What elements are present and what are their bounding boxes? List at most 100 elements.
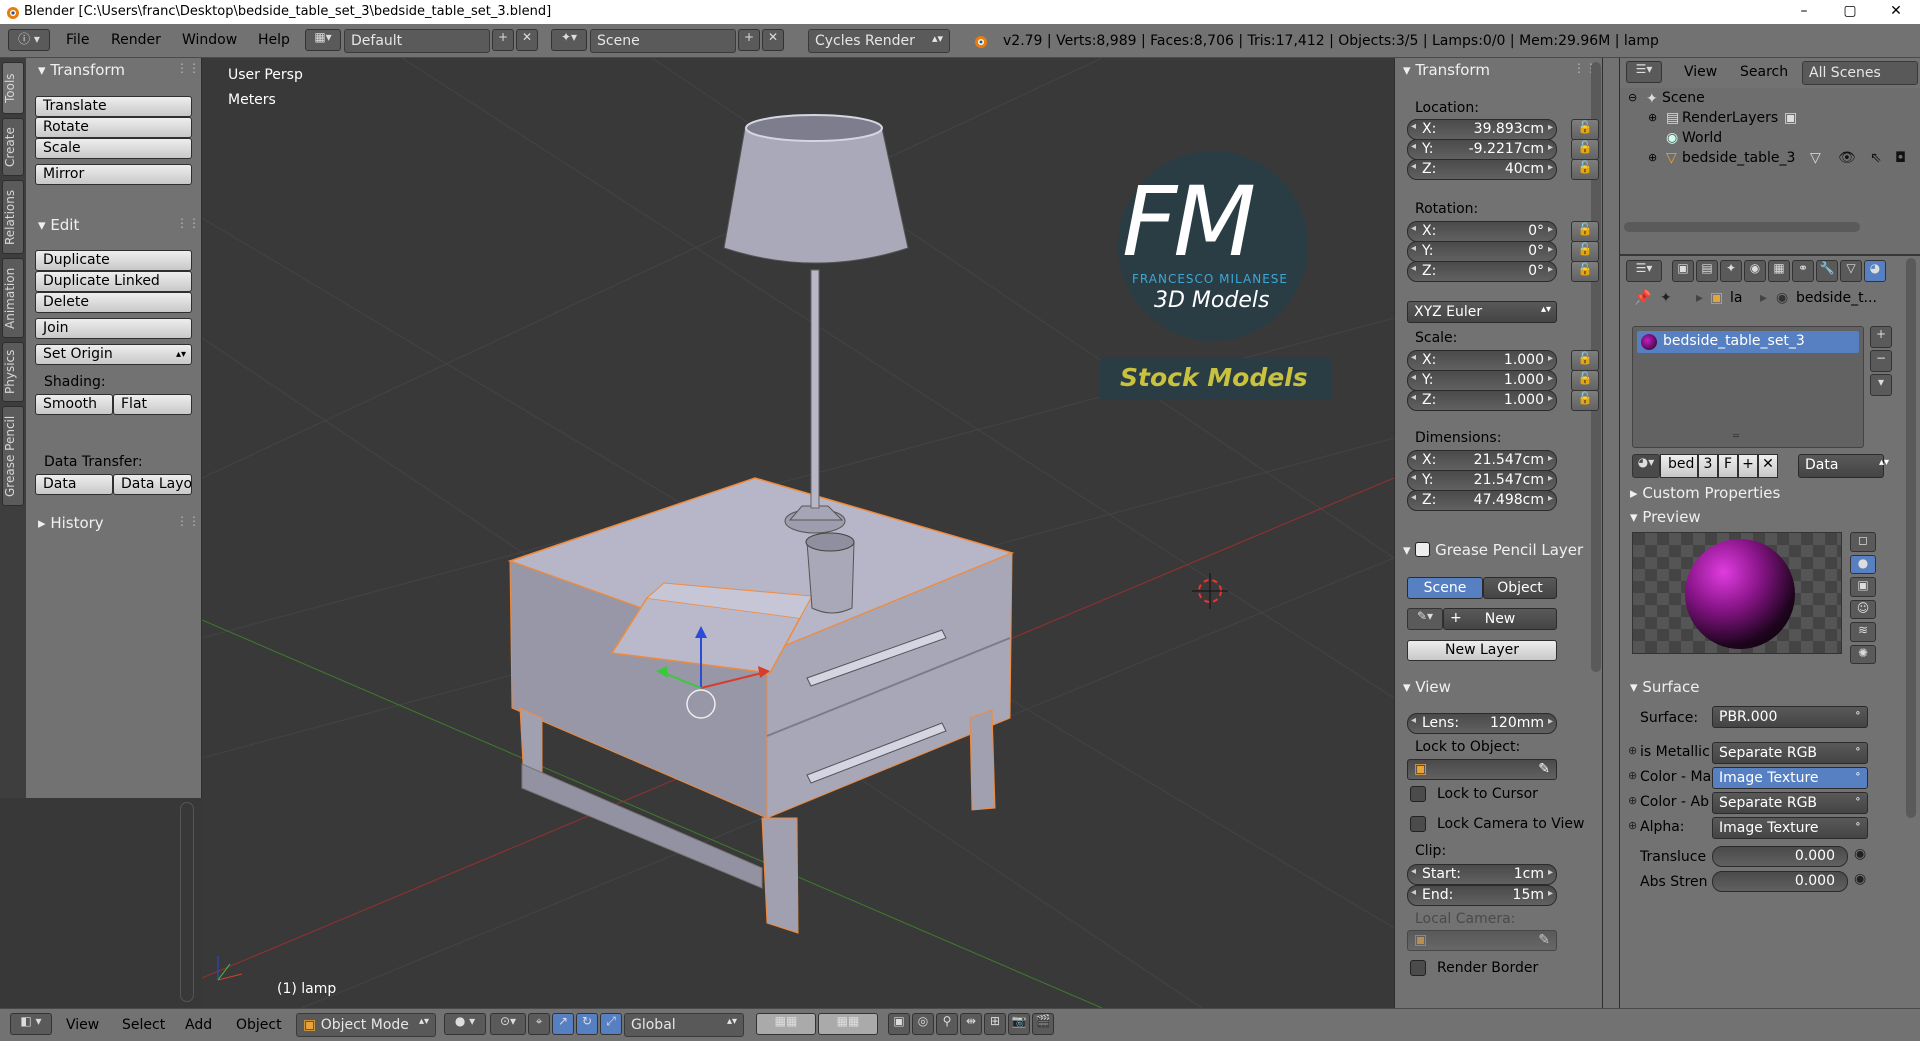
slot-menu-icon[interactable]: ▾ xyxy=(1870,374,1892,396)
cup-object[interactable] xyxy=(806,541,855,614)
edit-panel-header[interactable]: ▾ Edit xyxy=(38,216,79,234)
fake-user-button[interactable]: F xyxy=(1718,454,1738,478)
lock-icon[interactable]: 🔓 xyxy=(1571,241,1599,262)
render-camera-icon[interactable]: ◘ xyxy=(1895,150,1906,166)
eyedropper-icon[interactable]: ✎ xyxy=(1538,761,1550,777)
preview-flat-icon[interactable]: ◻ xyxy=(1850,532,1876,552)
surface-header[interactable]: ▾ Surface xyxy=(1630,678,1699,696)
remove-layout-icon[interactable]: ✕ xyxy=(516,29,538,51)
lock-icon[interactable]: 🔓 xyxy=(1571,261,1599,282)
lock-icon[interactable]: 🔓 xyxy=(1571,221,1599,242)
properties-scrollbar[interactable] xyxy=(1906,258,1916,818)
preview-sphere-icon[interactable]: ● xyxy=(1850,554,1876,574)
outliner-menu-view[interactable]: View xyxy=(1684,64,1717,80)
breadcrumb-object[interactable]: la xyxy=(1730,290,1742,306)
view-panel-header[interactable]: ▾ View xyxy=(1403,678,1451,696)
eyedropper-icon[interactable]: ✎ xyxy=(1538,932,1550,948)
lock-icon[interactable]: 🔓 xyxy=(1571,370,1599,391)
scene-field[interactable]: Scene xyxy=(590,29,736,53)
expand-icon[interactable]: ⊕ xyxy=(1628,744,1637,757)
lock-icon[interactable]: 🔓 xyxy=(1571,119,1599,140)
render-animation-icon[interactable]: 🎬 xyxy=(1032,1013,1054,1035)
tab-physics[interactable]: Physics xyxy=(2,342,24,402)
scale-field-x[interactable]: ◂ X: 1.000 ▸ xyxy=(1407,350,1557,371)
gp-pencil-icon[interactable]: ✎▾ xyxy=(1407,608,1443,630)
constraints-tab-icon[interactable]: ⚭ xyxy=(1792,260,1814,282)
expand-icon[interactable]: ⊕ xyxy=(1628,794,1637,807)
surface-input-dropdown[interactable]: Separate RGB ∘ xyxy=(1712,742,1868,764)
tab-animation[interactable]: Animation xyxy=(2,258,24,338)
set-origin-dropdown[interactable]: Set Origin ▴▾ xyxy=(35,344,192,365)
visibility-eye-icon[interactable]: 👁 xyxy=(1838,150,1856,166)
material-name-field[interactable]: bed xyxy=(1660,454,1698,478)
lock-icon[interactable]: 🔓 xyxy=(1571,139,1599,160)
render-border-checkbox[interactable] xyxy=(1410,960,1426,976)
expand-icon[interactable]: ⊕ xyxy=(1628,819,1637,832)
data-tab-icon[interactable]: ▽ xyxy=(1840,260,1862,282)
tab-tools[interactable]: Tools xyxy=(2,62,24,114)
transform-panel-header[interactable]: ▾ Transform xyxy=(38,61,125,79)
minimize-button[interactable]: – xyxy=(1781,0,1827,24)
outliner-hscrollbar[interactable] xyxy=(1624,222,1860,232)
grease-pencil-checkbox[interactable] xyxy=(1415,542,1431,557)
expand-icon[interactable]: ⊖ xyxy=(1628,91,1637,104)
local-camera-field[interactable]: ▣ ✎ xyxy=(1407,930,1557,951)
snap-element-icon[interactable]: ⇹ xyxy=(960,1013,982,1035)
mode-dropdown[interactable]: ▣ Object Mode ▴▾ xyxy=(296,1013,436,1037)
lock-camera-checkbox[interactable] xyxy=(1410,816,1426,832)
data-transfer-button[interactable]: Data xyxy=(35,474,113,495)
material-slot-selected[interactable]: bedside_table_set_3 xyxy=(1637,331,1859,353)
gp-new-button[interactable]: + New xyxy=(1443,608,1557,630)
translate-manipulator-icon[interactable]: ↗ xyxy=(552,1013,574,1035)
mirror-button[interactable]: Mirror xyxy=(35,164,192,185)
scale-button[interactable]: Scale xyxy=(35,138,192,159)
grease-pencil-header[interactable]: ▾ Grease Pencil Layer xyxy=(1403,541,1583,559)
pivot-point-icon[interactable]: ⊙▾ xyxy=(490,1013,526,1035)
maximize-button[interactable]: ▢ xyxy=(1827,0,1873,24)
remove-slot-icon[interactable]: − xyxy=(1870,350,1892,372)
lock-icon[interactable]: 🔓 xyxy=(1571,350,1599,371)
viewport-shading-icon[interactable]: ● ▾ xyxy=(444,1013,486,1035)
data-layout-button[interactable]: Data Layo xyxy=(113,474,192,495)
snap-target-icon[interactable]: ⊞ xyxy=(984,1013,1006,1035)
render-tab-icon[interactable]: ▣ xyxy=(1672,260,1694,282)
screen-layout-field[interactable]: Default xyxy=(344,29,490,53)
rotation-field-x[interactable]: ◂ X: 0° ▸ xyxy=(1407,221,1557,242)
expand-icon[interactable]: ⊕ xyxy=(1628,769,1637,782)
lamp-stem[interactable] xyxy=(810,269,820,509)
socket-dot-icon[interactable]: ◉ xyxy=(1854,846,1866,862)
tab-grease-pencil[interactable]: Grease Pencil xyxy=(2,406,24,506)
manipulator-toggle-icon[interactable]: ⌖ xyxy=(528,1013,550,1035)
render-opengl-icon[interactable]: 📷 xyxy=(1008,1013,1030,1035)
expand-icon[interactable]: ⊕ xyxy=(1648,151,1657,164)
surface-input-dropdown[interactable]: Separate RGB ∘ xyxy=(1712,792,1868,814)
surface-input-dropdown[interactable]: Image Texture ∘ xyxy=(1712,817,1868,839)
expand-icon[interactable]: ⊕ xyxy=(1648,111,1657,124)
preview-monkey-icon[interactable]: ☺ xyxy=(1850,599,1876,619)
duplicate-linked-button[interactable]: Duplicate Linked xyxy=(35,271,192,292)
clip-start-field[interactable]: ◂ Start: 1cm ▸ xyxy=(1407,864,1557,885)
location-field-x[interactable]: ◂ X: 39.893cm ▸ xyxy=(1407,119,1557,140)
tab-create[interactable]: Create xyxy=(2,118,24,176)
world-tab-icon[interactable]: ◉ xyxy=(1744,260,1766,282)
menu-select[interactable]: Select xyxy=(122,1017,165,1033)
socket-dot-icon[interactable]: ◉ xyxy=(1854,871,1866,887)
lock-icon[interactable]: 🔓 xyxy=(1571,159,1599,180)
history-panel-header[interactable]: ▸ History xyxy=(38,514,104,532)
editor-type-info-icon[interactable]: ⓘ ▾ xyxy=(8,29,50,51)
menu-file[interactable]: File xyxy=(66,32,89,48)
location-field-y[interactable]: ◂ Y: -9.2217cm ▸ xyxy=(1407,139,1557,160)
new-material-icon[interactable]: + xyxy=(1738,454,1758,478)
add-slot-icon[interactable]: + xyxy=(1870,326,1892,348)
render-layers-tab-icon[interactable]: ▤ xyxy=(1696,260,1718,282)
screen-layout-icon[interactable]: ▦▾ xyxy=(305,29,341,51)
material-link-dropdown[interactable]: Data ▴▾ xyxy=(1798,454,1889,478)
pin-icon[interactable]: 📌 xyxy=(1634,290,1651,306)
surface-shader-dropdown[interactable]: PBR.000 ∘ xyxy=(1712,706,1868,728)
snap-toggle-icon[interactable]: ⚲ xyxy=(936,1013,958,1035)
select-arrow-icon[interactable]: ⇖ xyxy=(1870,150,1882,166)
unlink-material-icon[interactable]: ✕ xyxy=(1758,454,1778,478)
render-layer-toggle-icon[interactable]: ▣ xyxy=(1784,110,1797,126)
scale-field-z[interactable]: ◂ Z: 1.000 ▸ xyxy=(1407,390,1557,411)
lock-to-cursor-checkbox[interactable] xyxy=(1410,786,1426,802)
